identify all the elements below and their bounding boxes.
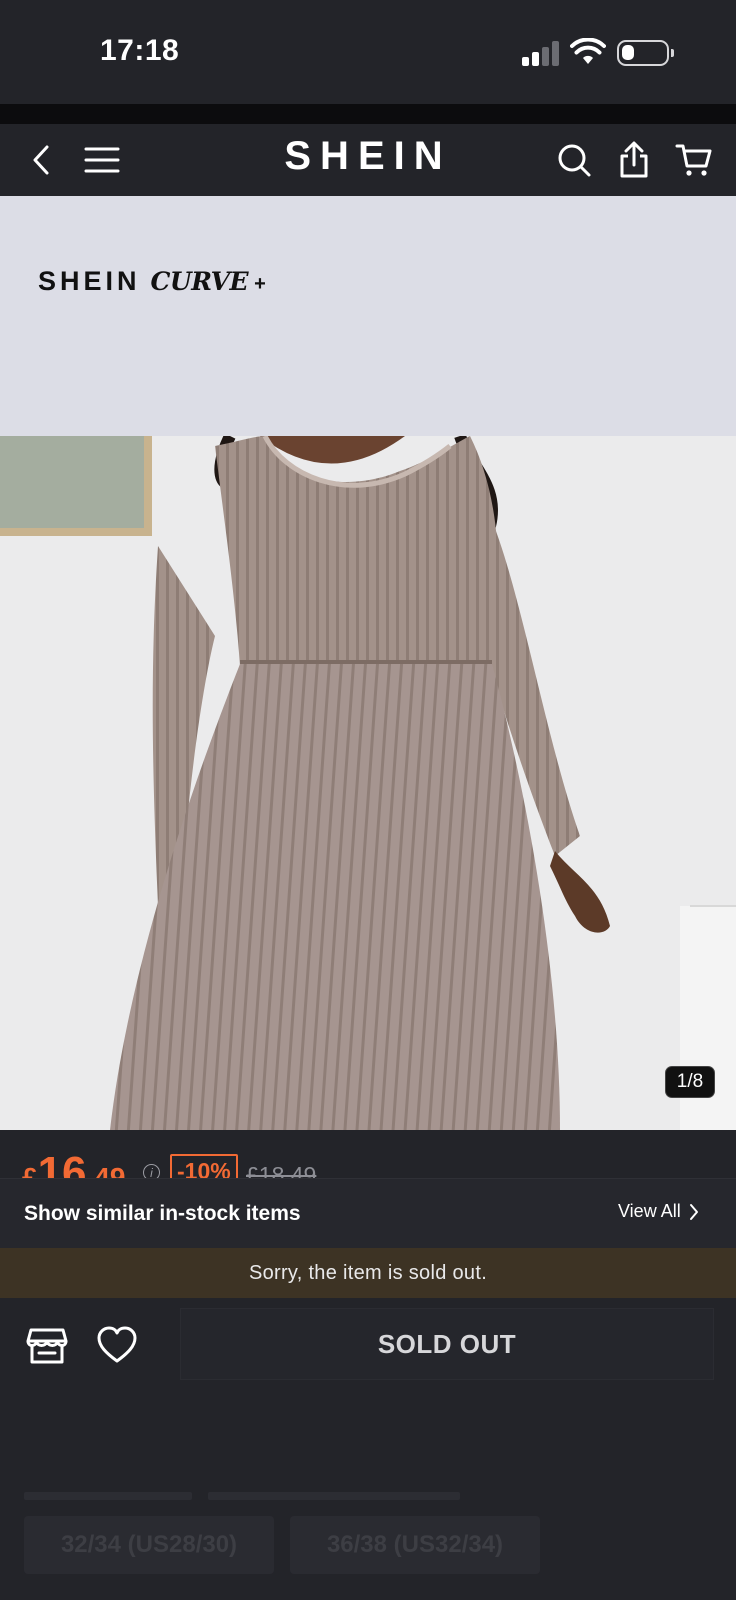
info-icon[interactable]: i	[143, 1164, 160, 1178]
top-nav-bar: SHEIN	[0, 124, 736, 196]
bottom-action-bar: SOLD OUT	[0, 1298, 736, 1392]
sale-price: £16.49	[22, 1148, 126, 1178]
size-option[interactable]: 36/38 (US32/34)	[290, 1516, 540, 1574]
divider-strip	[0, 104, 736, 124]
sold-out-notice: Sorry, the item is sold out.	[0, 1248, 736, 1298]
battery-icon	[617, 40, 674, 66]
cart-icon[interactable]	[674, 140, 714, 180]
wishlist-heart-icon[interactable]	[96, 1326, 138, 1369]
view-all-link[interactable]: View All	[618, 1201, 699, 1222]
size-tab-divider	[208, 1492, 460, 1500]
wifi-icon	[570, 38, 606, 64]
similar-items-row[interactable]: Show similar in-stock items View All	[0, 1178, 736, 1248]
discount-badge: -10%	[170, 1154, 238, 1178]
brand-banner[interactable]: SHEIN CURVE +	[0, 196, 736, 436]
original-price: £18.49	[246, 1162, 317, 1178]
size-tab-divider	[24, 1492, 192, 1500]
chevron-right-icon	[689, 1203, 698, 1220]
view-all-label: View All	[618, 1201, 681, 1221]
price-row: £16.49 i -10% £18.49	[0, 1130, 736, 1178]
share-icon[interactable]	[616, 140, 652, 180]
shein-curve-logo: SHEIN CURVE +	[38, 266, 266, 296]
similar-items-title: Show similar in-stock items	[24, 1202, 301, 1225]
back-arrow-icon[interactable]	[28, 140, 56, 180]
menu-icon[interactable]	[82, 140, 122, 180]
product-image[interactable]	[0, 436, 736, 1130]
search-icon[interactable]	[556, 140, 592, 180]
image-counter: 1/8	[665, 1066, 715, 1098]
store-icon[interactable]	[26, 1326, 68, 1371]
battery-level	[622, 45, 634, 60]
sold-out-button[interactable]: SOLD OUT	[180, 1308, 714, 1380]
size-option[interactable]: 32/34 (US28/30)	[24, 1516, 274, 1574]
status-bar: 17:18	[0, 0, 736, 104]
size-selector: 32/34 (US28/30) 36/38 (US32/34)	[0, 1392, 736, 1600]
cellular-signal-icon	[522, 40, 560, 66]
status-time: 17:18	[100, 34, 180, 67]
